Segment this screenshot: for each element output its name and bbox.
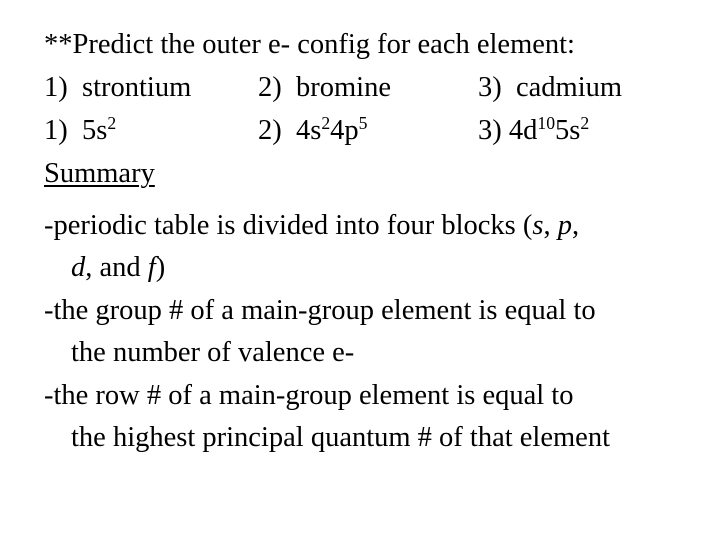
elements-row: 1) strontium 2) bromine 3) cadmium — [44, 71, 694, 105]
element-item-3: 3) cadmium — [478, 72, 623, 103]
answers-row: 1) 5s2 2) 4s24p5 3) 4d105s2 — [44, 114, 694, 148]
summary-point-2-line-1: -the group # of a main-group element is … — [44, 295, 596, 326]
element-item-1: 1) strontium — [44, 72, 192, 103]
answer-item-2: 2) 4s24p5 — [258, 113, 368, 146]
summary-point-2-line-2: the number of valence e- — [71, 337, 355, 368]
answer-item-1: 1) 5s2 — [44, 113, 117, 146]
summary-point-1-line-2: d, and f) — [71, 252, 166, 283]
summary-point-3-line-1: -the row # of a main-group element is eq… — [44, 380, 574, 411]
answer-item-3: 3) 4d105s2 — [478, 113, 590, 146]
summary-point-1-line-1: -periodic table is divided into four blo… — [44, 210, 580, 241]
summary-point-3-line-2: the highest principal quantum # of that … — [71, 422, 610, 453]
prompt-text: **Predict the outer e- config for each e… — [44, 29, 575, 60]
element-item-2: 2) bromine — [258, 72, 391, 103]
summary-heading: Summary — [44, 158, 155, 189]
